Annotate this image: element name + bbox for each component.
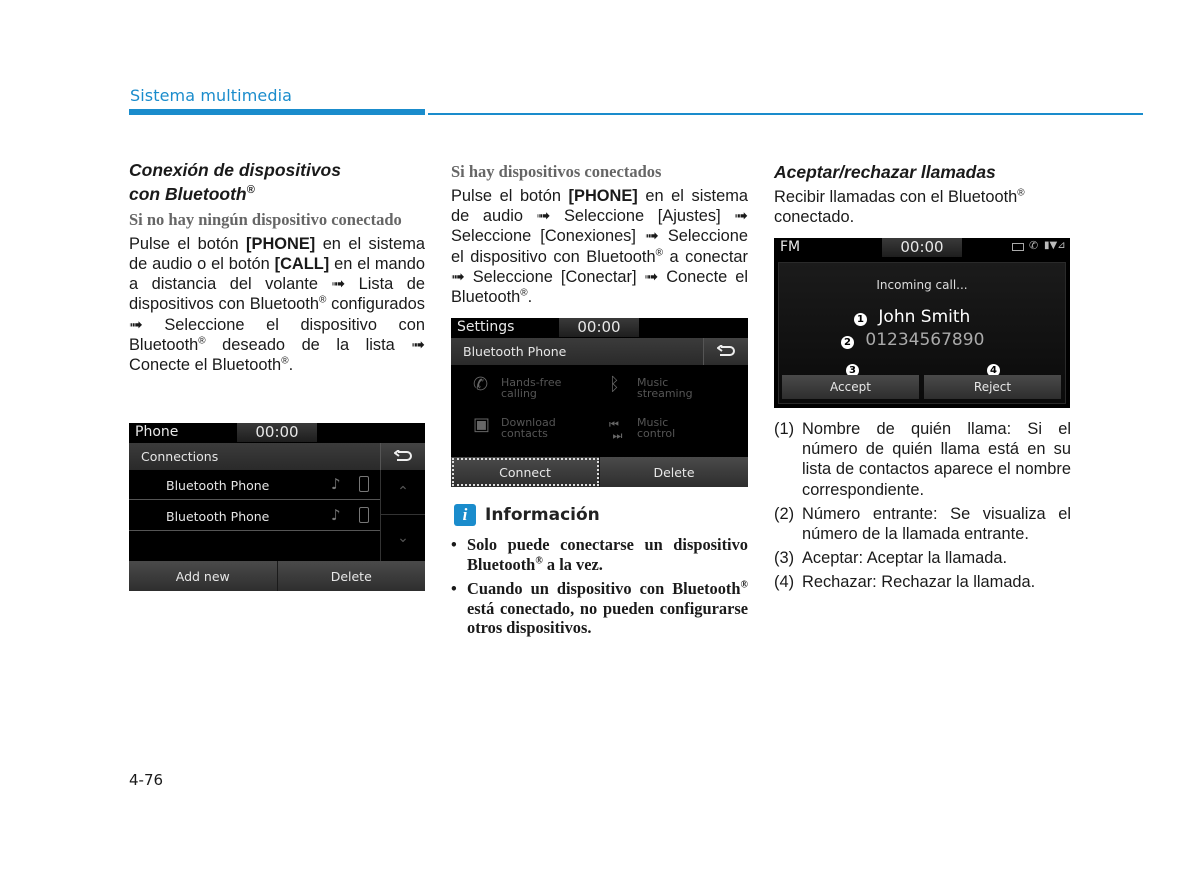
subheading-devices-connected: Si hay dispositivos conectados [451, 162, 662, 181]
handsfree-phone-icon: ✆ [473, 374, 489, 395]
callout-1: 1 [854, 313, 867, 326]
bluetooth-music-icon: ᛒ [609, 374, 620, 395]
music-note-icon: ♪ [331, 475, 341, 493]
delete-button[interactable]: Delete [277, 561, 425, 591]
signal-icon: ▮▼⊿ [1044, 240, 1066, 251]
subheading-no-device: Si no hay ningún dispositivo conectado [129, 209, 402, 229]
scroll-controls: ⌃ ⌄ [380, 470, 425, 561]
app-name: Settings [457, 319, 515, 335]
contacts-icon: ▣ [473, 414, 491, 435]
battery-icon [1012, 243, 1024, 251]
paragraph-devices-connected: Pulse el botón [PHONE] en el sistema de … [451, 187, 748, 307]
column-2: Si hay dispositivos conectados Pulse el … [451, 160, 748, 307]
section-title: Sistema multimedia [130, 86, 293, 105]
clock: 00:00 [559, 318, 639, 337]
back-button[interactable] [703, 338, 748, 365]
status-bar: Phone 00:00 [129, 423, 425, 443]
paragraph-no-device: Pulse el botón [PHONE] en el sistema de … [129, 234, 425, 375]
paragraph-receive-calls: Recibir llamadas con el Bluetooth® conec… [774, 187, 1025, 227]
screen-title: Connections [141, 449, 219, 464]
phone-device-icon [359, 507, 369, 523]
info-title: Información [485, 505, 600, 525]
delete-button[interactable]: Delete [600, 457, 748, 487]
header-rule-thin [428, 113, 1143, 115]
page-number: 4-76 [129, 771, 164, 789]
info-header: i Información [454, 504, 600, 526]
music-control-icon: ⏮ ⏭ [609, 418, 623, 442]
button-row: Connect Delete [451, 457, 748, 487]
incoming-call-screen: FM 00:00 ✆ ▮▼⊿ Incoming call... 1 John S… [774, 238, 1070, 408]
back-button[interactable] [380, 443, 425, 470]
scroll-up-button[interactable]: ⌃ [381, 470, 425, 515]
reject-button[interactable]: Reject [924, 375, 1061, 399]
button-row: Add new Delete [129, 561, 425, 591]
add-new-button[interactable]: Add new [129, 561, 278, 591]
caller-name: 1 John Smith [854, 307, 970, 327]
phone-connections-screen: Phone 00:00 Connections Bluetooth Phone … [129, 423, 425, 591]
phone-icon: ✆ [1029, 239, 1039, 252]
column-3: Aceptar/rechazar llamadas Recibir llamad… [774, 160, 1071, 227]
info-bullet: Cuando un dispositivo con Bluetooth® est… [451, 579, 748, 638]
connect-button[interactable]: Connect [451, 457, 600, 487]
heading-bluetooth-connection: Conexión de dispositivos con Bluetooth® [129, 160, 341, 204]
device-list-item[interactable]: Bluetooth Phone ♪ [129, 470, 380, 500]
caller-number: 2 01234567890 [841, 330, 984, 350]
title-bar: Bluetooth Phone [451, 338, 748, 365]
phone-device-icon [359, 476, 369, 492]
column-1: Conexión de dispositivos con Bluetooth® … [129, 160, 425, 375]
info-bullet: Solo puede conectarse un dispositivo Blu… [451, 535, 748, 574]
callout-description: (4) Rechazar: Rechazar la llamada. [774, 573, 1036, 592]
scroll-down-button[interactable]: ⌄ [381, 515, 425, 560]
music-note-icon: ♪ [331, 506, 341, 524]
device-list-item[interactable]: Bluetooth Phone ♪ [129, 501, 380, 531]
accept-button[interactable]: Accept [782, 375, 919, 399]
back-arrow-icon [394, 449, 412, 461]
chevron-up-icon: ⌃ [397, 484, 409, 500]
callout-2: 2 [841, 336, 854, 349]
incoming-call-label: Incoming call... [876, 278, 968, 292]
bluetooth-settings-screen: Settings 00:00 Bluetooth Phone ✆ Hands-f… [451, 318, 748, 487]
callout-description: (2) Número entrante: Se visualiza el núme… [774, 504, 1071, 544]
chevron-down-icon: ⌄ [397, 529, 409, 546]
header-rule-thick [129, 109, 425, 115]
app-name: FM [780, 239, 801, 255]
callout-description: (3) Aceptar: Aceptar la llamada. [774, 549, 1007, 568]
title-bar: Connections [129, 443, 425, 470]
info-icon: i [454, 504, 476, 526]
status-bar: Settings 00:00 [451, 318, 748, 338]
clock: 00:00 [882, 238, 962, 257]
callout-description: (1) Nombre de quién llama: Si el número d… [774, 420, 1071, 499]
callout-descriptions: (1) Nombre de quién llama: Si el número d… [774, 419, 1071, 597]
app-name: Phone [135, 424, 179, 440]
status-bar: FM 00:00 ✆ ▮▼⊿ [774, 238, 1070, 258]
back-arrow-icon [717, 344, 735, 356]
clock: 00:00 [237, 423, 317, 442]
info-bullets: Solo puede conectarse un dispositivo Blu… [451, 535, 748, 643]
screen-title: Bluetooth Phone [463, 344, 567, 359]
heading-accept-reject-calls: Aceptar/rechazar llamadas [774, 162, 996, 182]
